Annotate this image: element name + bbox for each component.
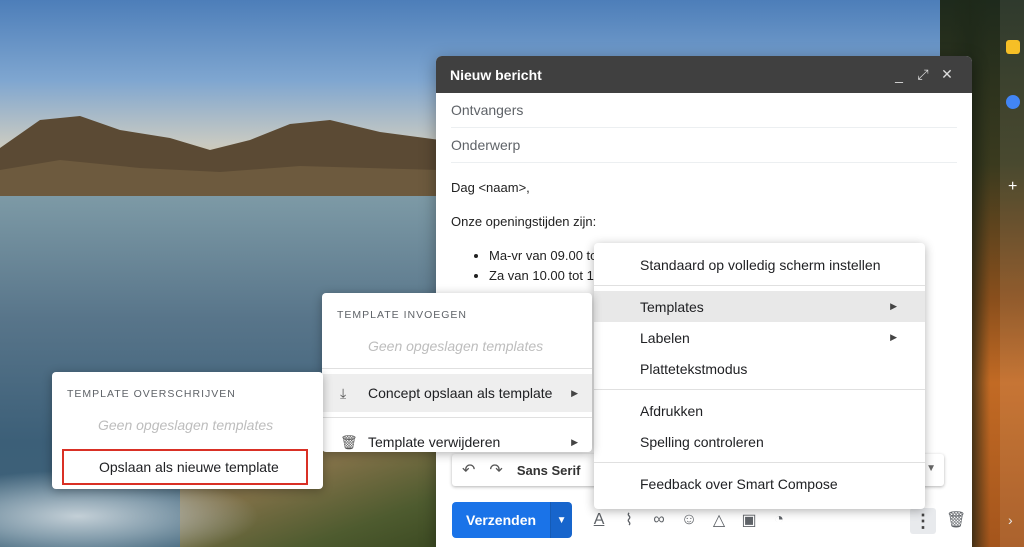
undo-icon[interactable]: ↶ xyxy=(462,460,475,480)
overwrite-template-heading: TEMPLATE OVERSCHRIJVEN xyxy=(67,388,236,400)
minimize-icon[interactable]: _ xyxy=(888,64,910,86)
attach-icon[interactable]: ⌇ xyxy=(614,510,644,530)
menu-divider xyxy=(322,417,592,418)
chevron-right-icon[interactable]: › xyxy=(1008,512,1013,528)
menu-divider xyxy=(594,462,925,463)
close-icon[interactable]: ✕ xyxy=(936,64,958,86)
recipients-placeholder: Ontvangers xyxy=(451,102,524,118)
menu-item-label: Concept opslaan als template xyxy=(368,385,553,401)
more-options-icon[interactable]: ⋮ xyxy=(910,508,936,534)
save-draft-as-template-item[interactable]: ⤓ Concept opslaan als template ▶ xyxy=(322,374,592,412)
add-addon-icon[interactable]: + xyxy=(1008,178,1017,196)
compose-title: Nieuw bericht xyxy=(450,66,542,83)
no-templates-text: Geen opgeslagen templates xyxy=(98,417,274,433)
save-as-new-template-button[interactable]: Opslaan als nieuwe template xyxy=(62,449,308,485)
menu-item-plain-text[interactable]: Platteteks tmodus xyxy=(594,353,925,384)
menu-item-print[interactable]: Afdrukken xyxy=(594,395,925,426)
menu-item-label: Templates xyxy=(640,298,704,315)
side-panel xyxy=(1000,0,1024,547)
menu-item-label: Labelen xyxy=(640,329,690,346)
text-format-icon[interactable]: A xyxy=(584,511,614,529)
menu-item-fullscreen-default[interactable]: Standaard op volledig scherm instellen xyxy=(594,249,925,280)
menu-divider xyxy=(594,285,925,286)
submenu-arrow-icon: ▶ xyxy=(571,387,578,398)
send-button[interactable]: Verzenden xyxy=(452,502,551,538)
menu-item-labels[interactable]: Labelen ▶ xyxy=(594,322,925,353)
send-options-icon[interactable]: ▼ xyxy=(550,502,573,538)
menu-item-templates[interactable]: Templates ▶ xyxy=(594,291,925,322)
recipients-field[interactable]: Ontvangers xyxy=(451,93,957,128)
submenu-arrow-icon: ▶ xyxy=(890,332,897,342)
keep-icon[interactable] xyxy=(1006,40,1020,54)
submenu-arrow-icon: ▶ xyxy=(571,436,578,447)
drive-icon[interactable]: △ xyxy=(704,510,734,530)
confidential-icon[interactable]: ◔ xyxy=(764,511,794,529)
subject-placeholder: Onderwerp xyxy=(451,137,521,153)
body-greeting: Dag <naam>, xyxy=(451,180,530,195)
menu-item-label: Template verwijderen xyxy=(368,434,501,450)
link-icon[interactable]: ∞ xyxy=(644,511,674,529)
templates-submenu: TEMPLATE INVOEGEN Geen opgeslagen templa… xyxy=(322,293,592,452)
emoji-icon[interactable]: ☺ xyxy=(674,511,704,529)
discard-icon[interactable]: 🗑 xyxy=(946,508,966,534)
menu-divider xyxy=(594,389,925,390)
no-templates-text: Geen opgeslagen templates xyxy=(368,338,544,354)
hills xyxy=(0,116,440,210)
trash-icon: 🗑 xyxy=(340,433,358,450)
menu-item-feedback[interactable]: Feedback over Smart Compose xyxy=(594,468,925,499)
send-button-group: Verzenden ▼ xyxy=(452,502,573,538)
compose-header: Nieuw bericht _ ⤢ ✕ xyxy=(436,56,972,93)
download-icon: ⤓ xyxy=(340,384,347,401)
font-selector[interactable]: Sans Serif xyxy=(517,463,581,478)
overwrite-template-submenu: TEMPLATE OVERSCHRIJVEN Geen opgeslagen t… xyxy=(52,372,323,489)
tasks-icon[interactable] xyxy=(1006,95,1020,109)
submenu-arrow-icon: ▶ xyxy=(890,301,897,311)
photo-icon[interactable]: ▣ xyxy=(734,510,764,530)
menu-divider xyxy=(322,368,592,369)
redo-icon[interactable]: ↷ xyxy=(489,460,502,480)
expand-icon[interactable]: ⤢ xyxy=(912,64,934,86)
delete-template-item[interactable]: 🗑 Template verwijderen ▶ xyxy=(322,423,592,461)
menu-item-spellcheck[interactable]: Spelling controleren xyxy=(594,426,925,457)
body-intro: Onze openingstijden zijn: xyxy=(451,214,597,229)
more-options-menu: Standaard op volledig scherm instellen T… xyxy=(594,243,925,509)
subject-field[interactable]: Onderwerp xyxy=(451,128,957,163)
insert-template-heading: TEMPLATE INVOEGEN xyxy=(337,309,467,321)
chevron-down-icon[interactable]: ▼ xyxy=(926,463,936,474)
